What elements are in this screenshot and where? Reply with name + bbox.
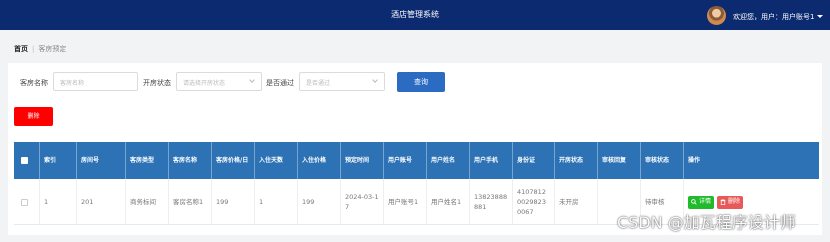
select-all-checkbox[interactable] bbox=[21, 157, 28, 164]
room-status-label: 开房状态 bbox=[143, 79, 171, 87]
trash-icon bbox=[720, 199, 726, 205]
cell-room-name: 客房名称1 bbox=[169, 179, 212, 225]
cell-index: 1 bbox=[40, 179, 77, 225]
room-name-input[interactable]: 客房名称 bbox=[53, 72, 138, 91]
column-header: 用户账号 bbox=[384, 142, 427, 179]
cell-name: 用户姓名1 bbox=[427, 179, 470, 225]
room-name-placeholder: 客房名称 bbox=[60, 80, 85, 87]
room-name-label: 客房名称 bbox=[20, 79, 48, 87]
detail-button[interactable]: 详情 bbox=[688, 195, 715, 209]
cell-room-status: 未开房 bbox=[555, 179, 598, 225]
approved-placeholder: 是否通过 bbox=[306, 80, 331, 87]
select-all-cell bbox=[14, 142, 40, 179]
column-header: 预定时间 bbox=[341, 142, 384, 179]
breadcrumb-current: 客房预定 bbox=[38, 45, 67, 53]
row-delete-button[interactable]: 删除 bbox=[717, 195, 744, 209]
approved-label: 是否通过 bbox=[266, 79, 294, 87]
cell-days: 1 bbox=[255, 179, 298, 225]
user-greeting[interactable]: 欢迎您，用户：用户账号1 bbox=[733, 12, 814, 22]
cell-price-per-day: 199 bbox=[212, 179, 255, 225]
breadcrumb-home[interactable]: 首页 bbox=[14, 45, 28, 53]
top-navbar: 酒店管理系统 欢迎您，用户：用户账号1 bbox=[0, 0, 830, 30]
column-header: 入住天数 bbox=[255, 142, 298, 179]
column-header: 审核状态 bbox=[641, 142, 684, 179]
query-button[interactable]: 查询 bbox=[397, 72, 445, 92]
row-select-cell bbox=[14, 179, 40, 225]
cell-account: 用户账号1 bbox=[384, 179, 427, 225]
row-checkbox[interactable] bbox=[21, 198, 28, 206]
table-header: 索引 房间号 客房类型 客房名称 客房价格/日 入住天数 入住价格 预定时间 用… bbox=[14, 142, 819, 179]
row-delete-button-label: 删除 bbox=[728, 198, 741, 205]
cell-id-card: 410781200298230067 bbox=[513, 179, 555, 225]
search-icon bbox=[691, 199, 697, 205]
batch-delete-button[interactable]: 删除 bbox=[14, 107, 53, 126]
chevron-down-icon bbox=[249, 77, 255, 83]
cell-room-type: 商务标间 bbox=[126, 179, 169, 225]
app-title: 酒店管理系统 bbox=[391, 10, 439, 19]
column-header: 开房状态 bbox=[555, 142, 598, 179]
column-header: 入住价格 bbox=[298, 142, 341, 179]
watermark: CSDN @加瓦程序设计师 bbox=[617, 213, 796, 232]
user-menu-caret-icon[interactable] bbox=[817, 15, 823, 18]
user-avatar[interactable] bbox=[707, 6, 726, 25]
room-status-select[interactable]: 请选择开房状态 bbox=[176, 72, 262, 91]
column-header: 审核回复 bbox=[598, 142, 641, 179]
detail-button-label: 详情 bbox=[699, 198, 712, 205]
cell-total-price: 199 bbox=[298, 179, 341, 225]
column-header: 房间号 bbox=[77, 142, 126, 179]
breadcrumb-separator: | bbox=[32, 45, 35, 53]
column-header: 操作 bbox=[688, 157, 701, 164]
column-header: 身份证 bbox=[513, 142, 555, 179]
column-header: 客房价格/日 bbox=[212, 142, 255, 179]
approved-select[interactable]: 是否通过 bbox=[299, 72, 385, 91]
cell-booking-time: 2024-03-17 bbox=[341, 179, 384, 225]
column-header: 客房类型 bbox=[126, 142, 169, 179]
column-header: 客房名称 bbox=[169, 142, 212, 179]
chevron-down-icon bbox=[372, 77, 378, 83]
column-header: 用户姓名 bbox=[427, 142, 470, 179]
cell-phone: 13823888881 bbox=[470, 179, 513, 225]
breadcrumb: 首页 | 客房预定 bbox=[14, 44, 66, 54]
column-header: 用户手机 bbox=[470, 142, 513, 179]
cell-room-no: 201 bbox=[77, 179, 126, 225]
room-status-placeholder: 请选择开房状态 bbox=[183, 80, 226, 87]
column-header: 索引 bbox=[40, 142, 77, 179]
